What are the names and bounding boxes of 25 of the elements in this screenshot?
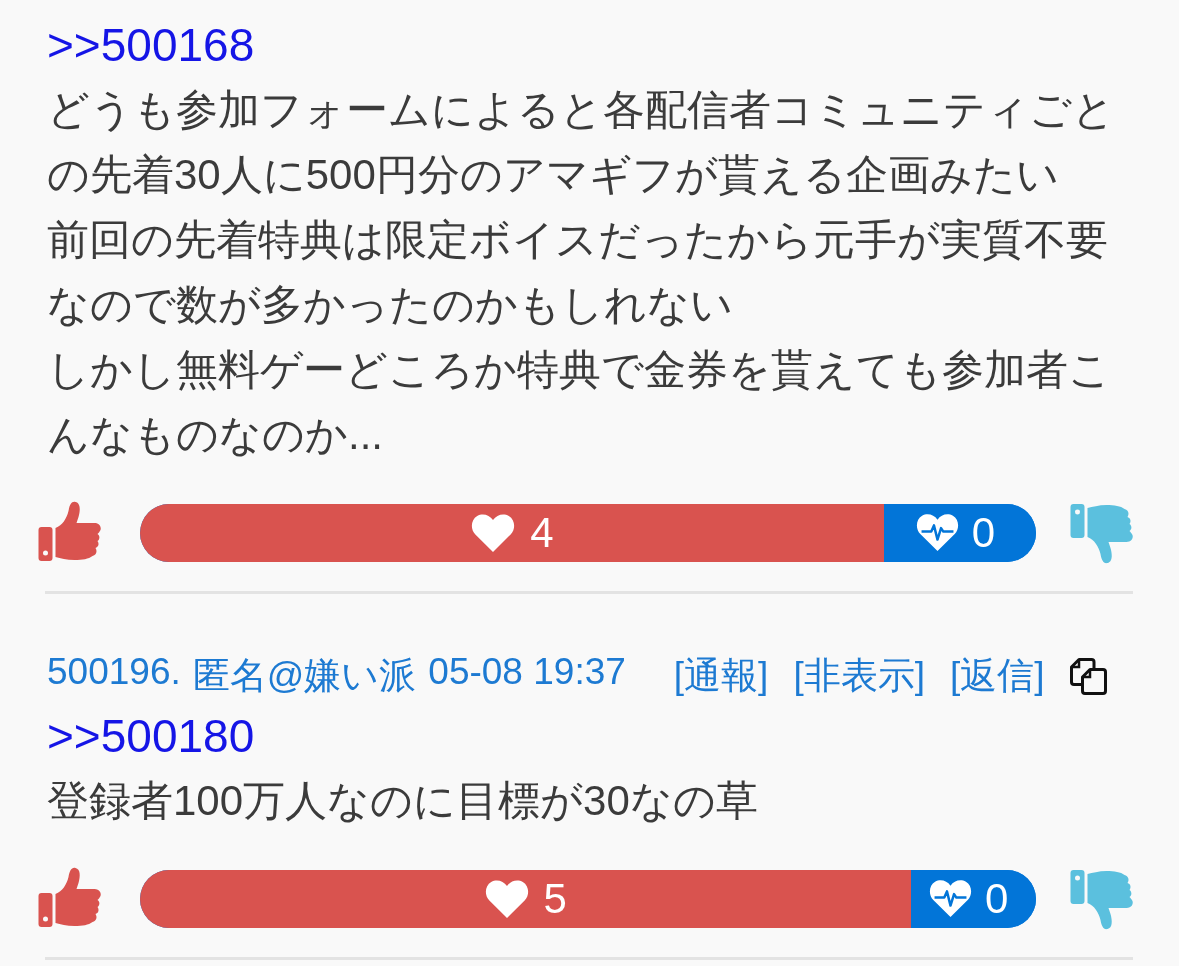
action-link[interactable]: [通報] [673,651,769,701]
dislike-count: 0 [985,873,1009,924]
like-count: 5 [543,873,567,924]
heart-icon [470,512,517,553]
heart-pulse-icon [928,879,974,918]
post-text: しかし無料ゲーどころか特典で金券を貰えても参加者こんなものなのか... [47,345,1112,460]
post-text: 前回の先着特典は限定ボイスだったから元手が実質不要なので数が多かったのかもしれない [47,215,1109,330]
heart-icon [483,878,530,919]
copy-icon[interactable] [1069,657,1107,695]
reply-link[interactable]: >>500168 [47,15,255,75]
thumbs-down-icon[interactable] [1070,867,1135,930]
thumbs-up-icon[interactable] [38,501,103,564]
poster-name: 匿名@嫌い派 [192,654,417,698]
action-link[interactable]: [非表示] [793,651,925,701]
action-link[interactable]: [返信] [949,651,1045,701]
post-date: 05-08 19:37 [428,651,626,694]
post-text: 登録者100万人なのに目標が30なの草 [47,776,759,826]
like-count: 4 [530,507,554,558]
post-text: どうも参加フォームによると各配信者コミュニティごとの先着30人に500円分のアマギフが貰える企画みたい [47,85,1116,200]
reply-link[interactable]: >>500180 [47,706,255,766]
thumbs-down-icon[interactable] [1070,501,1135,564]
dislike-count: 0 [971,507,995,558]
heart-pulse-icon [914,513,960,552]
thumbs-up-icon[interactable] [38,867,103,930]
post-number: 500196. [47,651,181,694]
